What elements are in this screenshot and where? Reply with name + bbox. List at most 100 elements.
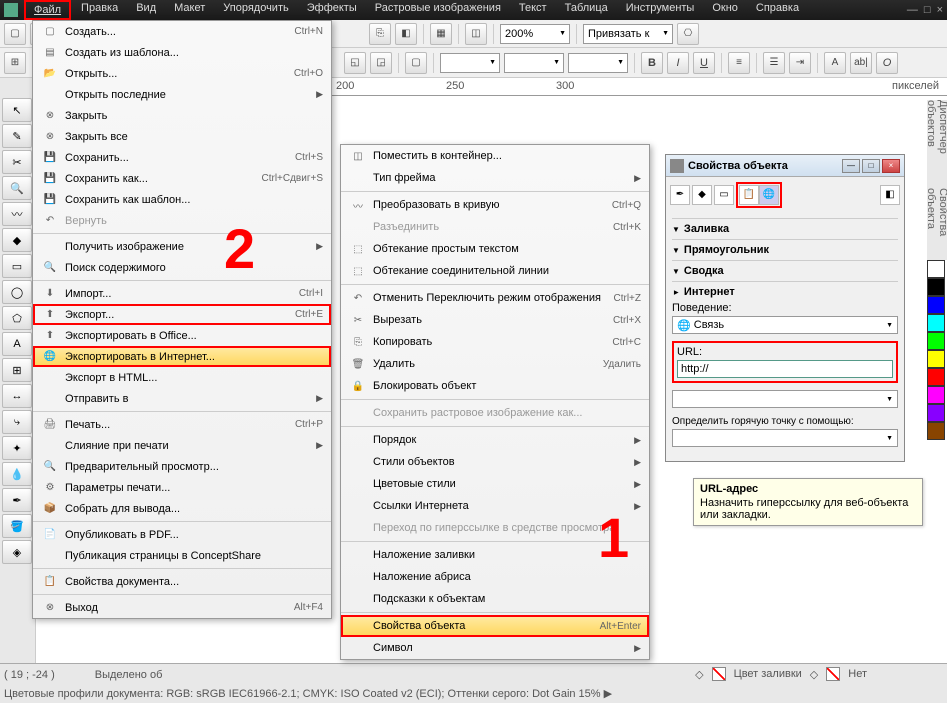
file-close[interactable]: ⊗Закрыть xyxy=(33,105,331,126)
file-save[interactable]: 💾Сохранить...Ctrl+S xyxy=(33,147,331,168)
ctx-order[interactable]: Порядок▶ xyxy=(341,429,649,451)
file-import[interactable]: ⬇Импорт...Ctrl+I xyxy=(33,283,331,304)
ctx-object-props[interactable]: Свойства объектаAlt+Enter xyxy=(341,615,649,637)
docked-panels[interactable]: Диспетчер объектов Свойства объекта xyxy=(927,100,947,260)
prop-btn-3[interactable]: ▢ xyxy=(405,52,427,74)
minimize-icon[interactable]: — xyxy=(907,4,918,16)
grid-button[interactable]: ⊞ xyxy=(4,52,26,74)
ctx-convert-curve[interactable]: 〰Преобразовать в кривуюCtrl+Q xyxy=(341,194,649,216)
section-internet[interactable]: ▼Интернет Поведение: 🌐 Связь URL: Опреде… xyxy=(672,281,898,455)
file-collect[interactable]: 📦Собрать для вывода... xyxy=(33,498,331,519)
tab-summary[interactable]: 📋 xyxy=(739,185,759,205)
ctx-lock[interactable]: 🔒Блокировать объект xyxy=(341,375,649,397)
ellipse-tool[interactable]: ◯ xyxy=(2,280,32,304)
toolbar-btn-3[interactable]: ▦ xyxy=(430,23,452,45)
color-cyan[interactable] xyxy=(927,314,945,332)
target-combo[interactable] xyxy=(672,390,898,408)
polygon-tool[interactable]: ⬠ xyxy=(2,306,32,330)
toolbar-btn-5[interactable]: ⎔ xyxy=(677,23,699,45)
menu-arrange[interactable]: Упорядочить xyxy=(215,0,296,20)
menu-text[interactable]: Текст xyxy=(511,0,555,20)
options-button[interactable]: O xyxy=(876,52,898,74)
dimension-tool[interactable]: ↔ xyxy=(2,384,32,408)
prop-btn-2[interactable]: ◲ xyxy=(370,52,392,74)
zoom-tool[interactable]: 🔍 xyxy=(2,176,32,200)
text-tool[interactable]: A xyxy=(2,332,32,356)
ctx-delete[interactable]: 🗑УдалитьУдалить xyxy=(341,353,649,375)
maximize-icon[interactable]: □ xyxy=(924,4,931,16)
menu-file[interactable]: Файл xyxy=(24,0,71,20)
underline-button[interactable]: U xyxy=(693,52,715,74)
color-magenta[interactable] xyxy=(927,386,945,404)
menu-view[interactable]: Вид xyxy=(128,0,164,20)
section-fill[interactable]: ▼Заливка xyxy=(672,218,898,239)
file-acquire[interactable]: Получить изображение▶ xyxy=(33,236,331,257)
bold-button[interactable]: B xyxy=(641,52,663,74)
file-exit[interactable]: ⊗ВыходAlt+F4 xyxy=(33,597,331,618)
interactive-fill-tool[interactable]: ◈ xyxy=(2,540,32,564)
menu-window[interactable]: Окно xyxy=(704,0,746,20)
url-input[interactable] xyxy=(677,360,893,378)
interactive-tool[interactable]: ✦ xyxy=(2,436,32,460)
color-yellow[interactable] xyxy=(927,350,945,368)
prop-combo-3[interactable] xyxy=(568,53,628,73)
tab-fill[interactable]: ◆ xyxy=(692,185,712,205)
file-save-template[interactable]: 💾Сохранить как шаблон... xyxy=(33,189,331,210)
menu-bitmaps[interactable]: Растровые изображения xyxy=(367,0,509,20)
snap-combo[interactable]: Привязать к xyxy=(583,24,673,44)
freehand-tool[interactable]: 〰 xyxy=(2,202,32,226)
file-print-setup[interactable]: ⚙Параметры печати... xyxy=(33,477,331,498)
align-left-button[interactable]: ≡ xyxy=(728,52,750,74)
toolbar-btn-4[interactable]: ◫ xyxy=(465,23,487,45)
prop-combo-2[interactable] xyxy=(504,53,564,73)
color-red[interactable] xyxy=(927,368,945,386)
eyedropper-tool[interactable]: 💧 xyxy=(2,462,32,486)
panel-maximize[interactable]: □ xyxy=(862,159,880,173)
file-new[interactable]: ▢Создать...Ctrl+N xyxy=(33,21,331,42)
ctx-copy[interactable]: ⎘КопироватьCtrl+C xyxy=(341,331,649,353)
menu-effects[interactable]: Эффекты xyxy=(299,0,365,20)
color-black[interactable] xyxy=(927,278,945,296)
new-button[interactable]: ▢ xyxy=(4,23,26,45)
file-export[interactable]: ⬆Экспорт...Ctrl+E xyxy=(33,304,331,325)
file-print[interactable]: 🖨Печать...Ctrl+P xyxy=(33,414,331,435)
ctx-color-styles[interactable]: Цветовые стили▶ xyxy=(341,473,649,495)
menu-help[interactable]: Справка xyxy=(748,0,807,20)
file-export-html[interactable]: Экспорт в HTML... xyxy=(33,367,331,388)
outline-swatch-icon[interactable] xyxy=(826,667,840,681)
color-purple[interactable] xyxy=(927,404,945,422)
file-print-merge[interactable]: Слияние при печати▶ xyxy=(33,435,331,456)
file-save-as[interactable]: 💾Сохранить как...Ctrl+Сдвиг+S xyxy=(33,168,331,189)
section-summary[interactable]: ▼Сводка xyxy=(672,260,898,281)
panel-minimize[interactable]: — xyxy=(842,159,860,173)
ctx-place-container[interactable]: ◫Поместить в контейнер... xyxy=(341,145,649,167)
indent-button[interactable]: ⇥ xyxy=(789,52,811,74)
close-icon[interactable]: × xyxy=(937,4,943,16)
ctx-cut[interactable]: ✂ВырезатьCtrl+X xyxy=(341,309,649,331)
toolbar-btn-1[interactable]: ⎘ xyxy=(369,23,391,45)
hotspot-combo[interactable] xyxy=(672,429,898,447)
crop-tool[interactable]: ✂ xyxy=(2,150,32,174)
section-rect[interactable]: ▼Прямоугольник xyxy=(672,239,898,260)
file-print-preview[interactable]: 🔍Предварительный просмотр... xyxy=(33,456,331,477)
ctx-wrap-text[interactable]: ⬚Обтекание простым текстом xyxy=(341,238,649,260)
color-blue[interactable] xyxy=(927,296,945,314)
color-brown[interactable] xyxy=(927,422,945,440)
panel-titlebar[interactable]: Свойства объекта — □ × xyxy=(666,155,904,177)
file-publish-concept[interactable]: Публикация страницы в ConceptShare xyxy=(33,545,331,566)
tab-more[interactable]: ◧ xyxy=(880,185,900,205)
ctx-wrap-connector[interactable]: ⬚Обтекание соединительной линии xyxy=(341,260,649,282)
prop-btn-1[interactable]: ◱ xyxy=(344,52,366,74)
file-export-web[interactable]: 🌐Экспортировать в Интернет... xyxy=(33,346,331,367)
ctx-symbol[interactable]: Символ▶ xyxy=(341,637,649,659)
color-white[interactable] xyxy=(927,260,945,278)
italic-button[interactable]: I xyxy=(667,52,689,74)
file-open[interactable]: 📂Открыть...Ctrl+O xyxy=(33,63,331,84)
tab-outline[interactable]: ✒ xyxy=(670,185,690,205)
tab-rect[interactable]: ▭ xyxy=(714,185,734,205)
fill-swatch-icon[interactable] xyxy=(712,667,726,681)
file-publish-pdf[interactable]: 📄Опубликовать в PDF... xyxy=(33,524,331,545)
file-export-office[interactable]: ⬆Экспортировать в Office... xyxy=(33,325,331,346)
menu-table[interactable]: Таблица xyxy=(557,0,616,20)
file-send-to[interactable]: Отправить в▶ xyxy=(33,388,331,409)
